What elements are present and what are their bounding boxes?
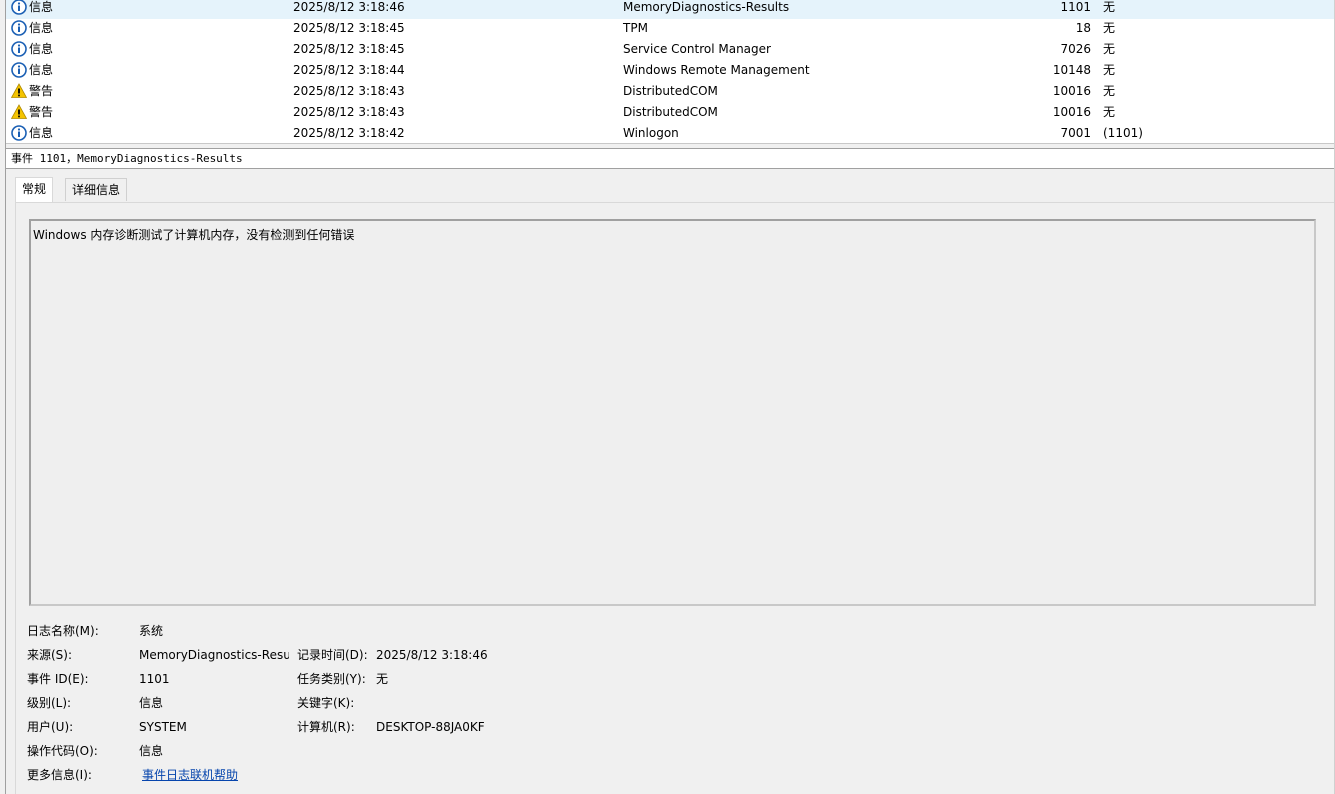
more-info-label: 更多信息(I): bbox=[27, 768, 92, 782]
event-task-category: (1101) bbox=[1103, 126, 1143, 140]
info-circle-icon bbox=[11, 62, 27, 78]
log-name-value[interactable]: 系统 bbox=[139, 623, 163, 639]
event-time: 2025/8/12 3:18:46 bbox=[293, 0, 405, 14]
event-time: 2025/8/12 3:18:45 bbox=[293, 21, 405, 35]
keywords-label: 关键字(K): bbox=[297, 696, 355, 710]
event-task-category: 无 bbox=[1103, 21, 1116, 35]
event-source: MemoryDiagnostics-Results bbox=[623, 0, 790, 14]
event-time: 2025/8/12 3:18:43 bbox=[293, 84, 405, 98]
user-label: 用户(U): bbox=[27, 720, 74, 734]
event-time: 2025/8/12 3:18:42 bbox=[293, 126, 405, 140]
computer-value[interactable]: DESKTOP-88JA0KF bbox=[376, 719, 485, 735]
event-time: 2025/8/12 3:18:45 bbox=[293, 42, 405, 56]
event-id: 10016 bbox=[1052, 105, 1091, 119]
event-source: TPM bbox=[623, 21, 648, 35]
info-circle-icon bbox=[11, 0, 27, 15]
event-time: 2025/8/12 3:18:44 bbox=[293, 63, 405, 77]
event-row[interactable]: 信息 2025/8/12 3:18:42 Winlogon 7001 (1101) bbox=[6, 124, 1335, 143]
event-level: 警告 bbox=[29, 105, 54, 119]
event-id-label: 事件 ID(E): bbox=[27, 672, 89, 686]
event-id: 10148 bbox=[1052, 63, 1091, 77]
event-id: 7001 bbox=[1060, 126, 1091, 140]
computer-label: 计算机(R): bbox=[297, 720, 355, 734]
info-circle-icon bbox=[11, 20, 27, 36]
level-value[interactable]: 信息 bbox=[139, 695, 163, 711]
event-source: Windows Remote Management bbox=[623, 63, 810, 77]
event-id: 7026 bbox=[1060, 42, 1091, 56]
event-row[interactable]: 警告 2025/8/12 3:18:43 DistributedCOM 10016 无 bbox=[6, 103, 1335, 124]
event-task-category: 无 bbox=[1103, 0, 1116, 14]
logged-value[interactable]: 2025/8/12 3:18:46 bbox=[376, 647, 488, 663]
event-level: 信息 bbox=[29, 63, 54, 77]
event-task-category: 无 bbox=[1103, 84, 1116, 98]
event-task-category: 无 bbox=[1103, 63, 1116, 77]
event-task-category: 无 bbox=[1103, 105, 1116, 119]
event-source: Service Control Manager bbox=[623, 42, 771, 56]
info-circle-icon bbox=[11, 41, 27, 57]
log-name-label: 日志名称(M): bbox=[27, 624, 99, 638]
opcode-value[interactable]: 信息 bbox=[139, 743, 163, 759]
info-circle-icon bbox=[11, 125, 27, 141]
warning-triangle-icon bbox=[10, 104, 28, 120]
tab-details[interactable]: 详细信息 bbox=[65, 178, 128, 201]
task-category-label: 任务类别(Y): bbox=[297, 672, 366, 686]
event-row[interactable]: 警告 2025/8/12 3:18:43 DistributedCOM 10016 无 bbox=[6, 82, 1335, 103]
event-source: DistributedCOM bbox=[623, 84, 718, 98]
user-value[interactable]: SYSTEM bbox=[139, 719, 187, 735]
event-row[interactable]: 信息 2025/8/12 3:18:45 TPM 18 无 bbox=[6, 19, 1335, 40]
logged-label: 记录时间(D): bbox=[297, 648, 368, 662]
event-source: DistributedCOM bbox=[623, 105, 718, 119]
source-label: 来源(S): bbox=[27, 648, 73, 662]
event-row[interactable]: 信息 2025/8/12 3:18:44 Windows Remote Manage… bbox=[6, 61, 1335, 82]
event-row[interactable]: 信息 2025/8/12 3:18:46 MemoryDiagnostics-Res… bbox=[6, 0, 1335, 19]
event-id: 10016 bbox=[1052, 84, 1091, 98]
event-id: 18 bbox=[1075, 21, 1091, 35]
event-level: 警告 bbox=[29, 84, 54, 98]
online-help-link[interactable]: 事件日志联机帮助 bbox=[142, 767, 238, 783]
event-id: 1101 bbox=[1060, 0, 1091, 14]
tab-general[interactable]: 常规 bbox=[15, 177, 54, 202]
event-row[interactable]: 信息 2025/8/12 3:18:45 Service Control Manag… bbox=[6, 40, 1335, 61]
event-level: 信息 bbox=[29, 42, 54, 56]
event-level: 信息 bbox=[29, 0, 54, 14]
event-list[interactable]: 信息 2025/8/12 3:18:46 MemoryDiagnostics-Res… bbox=[6, 0, 1335, 143]
source-value[interactable]: MemoryDiagnostics-Resu bbox=[139, 647, 289, 663]
task-category-value[interactable]: 无 bbox=[376, 671, 388, 687]
level-label: 级别(L): bbox=[27, 696, 72, 710]
event-task-category: 无 bbox=[1103, 42, 1116, 56]
event-id-value[interactable]: 1101 bbox=[139, 671, 170, 687]
opcode-label: 操作代码(O): bbox=[27, 744, 98, 758]
event-level: 信息 bbox=[29, 21, 54, 35]
event-time: 2025/8/12 3:18:43 bbox=[293, 105, 405, 119]
event-level: 信息 bbox=[29, 126, 54, 140]
warning-triangle-icon bbox=[10, 83, 28, 99]
event-detail-title: 事件 1101，MemoryDiagnostics-Results bbox=[6, 148, 1335, 169]
event-source: Winlogon bbox=[623, 126, 679, 140]
event-description[interactable]: Windows 内存诊断测试了计算机内存，没有检测到任何错误 bbox=[29, 219, 1316, 606]
